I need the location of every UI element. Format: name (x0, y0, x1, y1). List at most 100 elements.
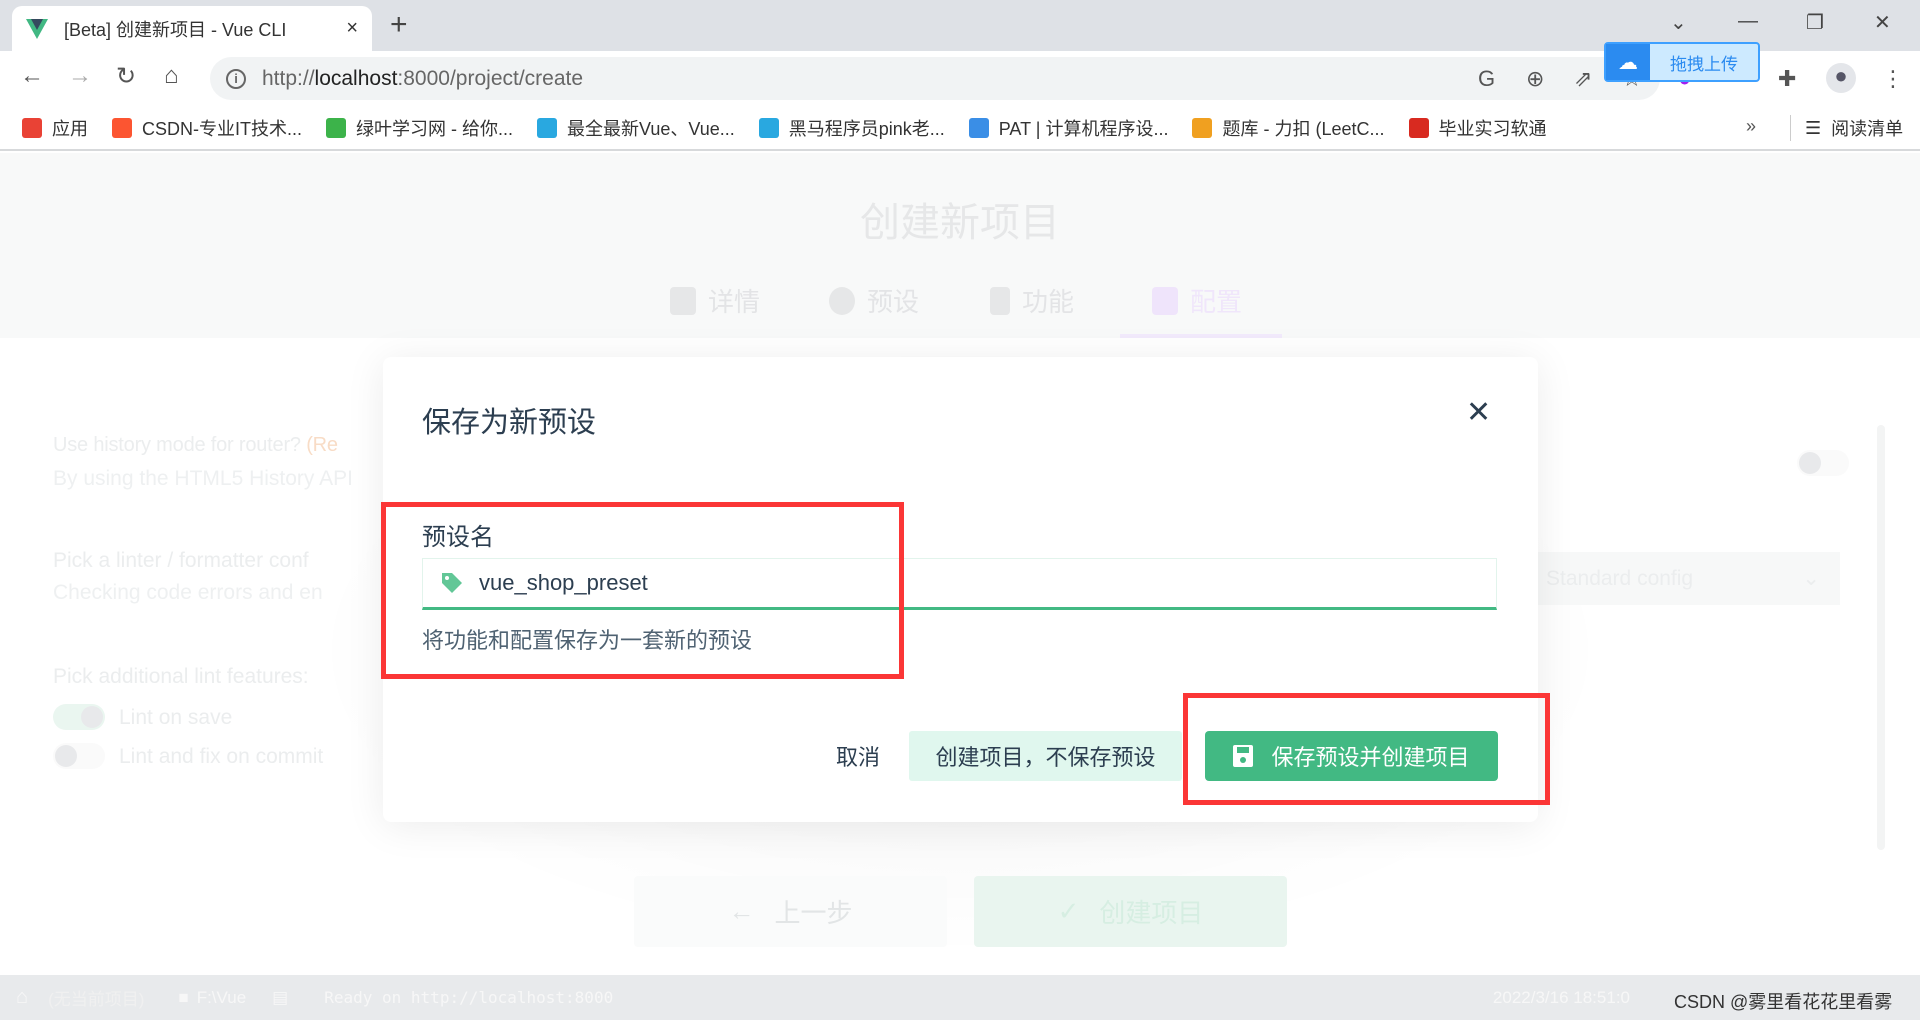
url-scheme: http:// (262, 66, 315, 90)
bookmark-item[interactable]: 应用 (22, 115, 88, 141)
scrollbar[interactable] (1877, 425, 1885, 850)
window-close-icon[interactable]: ✕ (1874, 10, 1891, 35)
share-icon[interactable]: ⇗ (1574, 66, 1592, 92)
prev-step-button[interactable]: ← 上一步 (634, 876, 947, 947)
reading-list-button[interactable]: ☰ 阅读清单 (1790, 115, 1903, 141)
create-without-saving-button[interactable]: 创建项目，不保存预设 (909, 731, 1182, 781)
log-message[interactable]: Ready on http://localhost:8000 (324, 988, 613, 1007)
bookmark-favicon-icon (22, 118, 42, 138)
preset-name-field[interactable] (422, 558, 1497, 610)
check-circle-icon (829, 286, 855, 315)
step-tab-config[interactable]: 配置 (1152, 282, 1242, 319)
bookmark-label: CSDN-专业IT技术... (142, 119, 302, 139)
bookmark-favicon-icon (326, 118, 346, 138)
bookmark-favicon-icon (968, 118, 989, 138)
profile-avatar-icon[interactable]: ● (1826, 63, 1856, 93)
back-icon[interactable]: ← (20, 62, 44, 90)
step-label: 配置 (1190, 287, 1243, 317)
forward-icon[interactable]: → (68, 62, 92, 90)
new-tab-button[interactable]: + (390, 8, 408, 42)
fork-icon (990, 286, 1010, 315)
router-history-toggle[interactable] (1797, 450, 1849, 476)
cancel-button[interactable]: 取消 (813, 731, 903, 781)
bookmark-item[interactable]: 绿叶学习网 - 给你... (326, 115, 513, 141)
save-and-create-button[interactable]: 保存预设并创建项目 (1205, 731, 1498, 781)
reading-list-label: 阅读清单 (1831, 119, 1904, 139)
current-folder[interactable]: F:\Vue (197, 988, 246, 1008)
cloud-icon: ☁ (1606, 44, 1650, 80)
log-icon: ▤ (272, 987, 289, 1007)
url-path: :8000/project/create (397, 66, 584, 90)
upload-label: 拖拽上传 (1670, 54, 1738, 74)
tag-icon (442, 573, 462, 593)
status-bar: ⌂ (无当前项目) ■ F:\Vue ▤ Ready on http://loc… (0, 975, 1920, 1020)
browser-tab[interactable]: [Beta] 创建新项目 - Vue CLI × (12, 6, 372, 51)
site-info-icon[interactable]: i (226, 68, 246, 89)
bookmark-label: 最全最新Vue、Vue... (567, 119, 735, 139)
step-tab-details[interactable]: 详情 (670, 282, 760, 319)
save-icon (1233, 745, 1254, 767)
step-label: 功能 (1022, 287, 1075, 317)
lint-on-commit-toggle[interactable] (53, 743, 105, 769)
linter-select-value: Standard config (1546, 566, 1694, 590)
check-icon: ✓ (1057, 896, 1080, 926)
step-tab-features[interactable]: 功能 (990, 282, 1074, 319)
address-bar[interactable]: i http://localhost:8000/project/create (210, 57, 1660, 100)
url-host: localhost (314, 66, 398, 90)
bookmark-label: PAT | 计算机程序设... (998, 119, 1169, 139)
step-label: 详情 (708, 287, 761, 317)
save-preset-dialog: 保存为新预设 ✕ 预设名 将功能和配置保存为一套新的预设 取消 创建项目，不保存… (383, 357, 1538, 822)
step-tab-presets[interactable]: 预设 (829, 282, 919, 319)
tab-search-icon[interactable]: ⌄ (1670, 10, 1687, 35)
router-option-title-text: Use history mode for router? (53, 434, 301, 456)
router-option-title: Use history mode for router? (Re (53, 434, 338, 457)
zoom-icon[interactable]: ⊕ (1526, 66, 1544, 92)
arrow-left-icon: ← (728, 896, 755, 926)
bookmark-label: 绿叶学习网 - 给你... (356, 119, 513, 139)
close-icon[interactable]: ✕ (1466, 395, 1491, 430)
extensions-puzzle-icon[interactable]: ✚ (1778, 66, 1796, 92)
tab-title: [Beta] 创建新项目 - Vue CLI (64, 19, 287, 40)
restore-icon[interactable]: ❐ (1806, 10, 1824, 35)
save-and-create-label: 保存预设并创建项目 (1271, 745, 1470, 770)
bookmark-item[interactable]: CSDN-专业IT技术... (112, 115, 302, 141)
reload-icon[interactable]: ↻ (116, 62, 136, 91)
lint-on-save-toggle[interactable] (53, 704, 105, 730)
reading-list-icon: ☰ (1805, 117, 1822, 138)
preset-name-input[interactable] (479, 570, 1379, 596)
baidu-upload-popup[interactable]: ☁ 拖拽上传 (1604, 42, 1760, 82)
bookmark-item[interactable]: PAT | 计算机程序设... (968, 115, 1169, 141)
step-label: 预设 (867, 287, 920, 317)
watermark: CSDN @雾里看花花里看雾 (1674, 992, 1893, 1012)
status-time: 2022/3/16 18:51:0 (1492, 987, 1630, 1007)
bookmark-item[interactable]: 毕业实习软通 (1408, 115, 1547, 141)
bookmark-favicon-icon (1192, 118, 1213, 138)
bookmark-label: 应用 (52, 119, 88, 139)
linter-select[interactable]: Standard config ⌄ (1530, 552, 1840, 605)
bookmark-label: 题库 - 力扣 (LeetC... (1222, 119, 1385, 139)
linter-option-title: Pick a linter / formatter conf (53, 549, 309, 572)
tab-close-icon[interactable]: × (346, 17, 358, 40)
create-project-button[interactable]: ✓ 创建项目 (974, 876, 1287, 947)
chevron-down-icon: ⌄ (1802, 567, 1820, 590)
minimize-icon[interactable]: — (1738, 10, 1758, 33)
bookmark-item[interactable]: 黑马程序员pink老... (758, 115, 945, 141)
home-icon[interactable]: ⌂ (16, 986, 28, 1009)
settings-icon (1152, 286, 1178, 315)
bookmark-favicon-icon (1408, 118, 1429, 138)
bookmark-label: 黑马程序员pink老... (788, 119, 945, 139)
preset-name-hint: 将功能和配置保存为一套新的预设 (422, 628, 753, 653)
folder-icon: ■ (178, 987, 189, 1007)
translate-icon[interactable]: G (1478, 66, 1495, 92)
current-project[interactable]: (无当前项目) (48, 985, 144, 1010)
lint-on-commit-label: Lint and fix on commit (119, 745, 324, 768)
bookmark-item[interactable]: 题库 - 力扣 (LeetC... (1192, 115, 1385, 141)
home-icon[interactable]: ⌂ (164, 62, 179, 90)
list-icon (670, 286, 696, 315)
bookmarks-overflow[interactable]: » (1746, 116, 1756, 137)
bookmark-item[interactable]: 最全最新Vue、Vue... (537, 115, 735, 141)
prev-step-label: 上一步 (774, 898, 853, 928)
menu-kebab-icon[interactable]: ⋮ (1882, 66, 1904, 92)
bookmark-favicon-icon (537, 118, 557, 138)
router-option-recommended: (Re (306, 434, 338, 456)
